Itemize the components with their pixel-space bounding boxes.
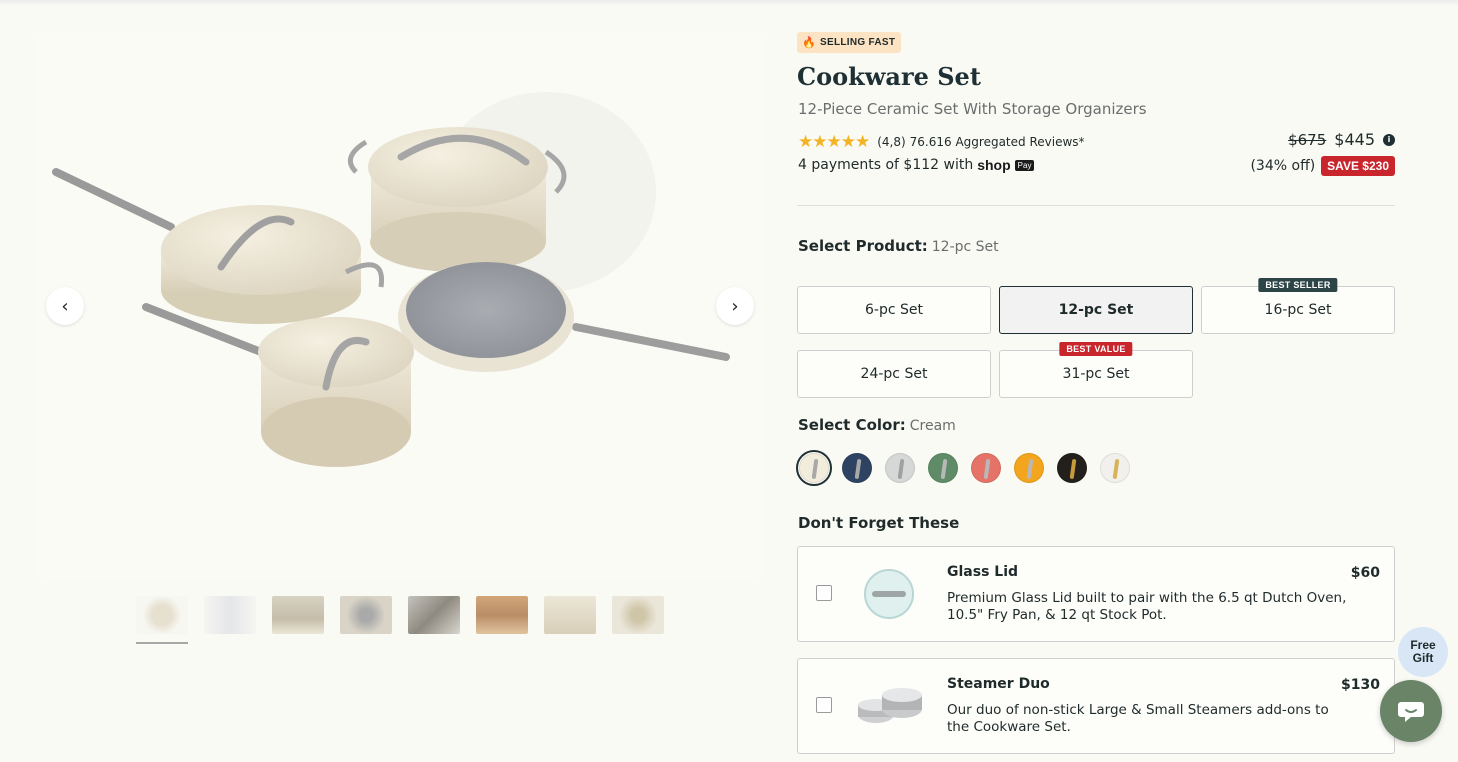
savings-row: (34% off) SAVE $230	[1250, 156, 1395, 176]
glass-lid-image	[864, 569, 914, 619]
product-option-31pc[interactable]: BEST VALUE 31-pc Set	[999, 342, 1193, 398]
thumbnail[interactable]	[612, 596, 664, 644]
original-price: $675	[1288, 130, 1327, 149]
best-value-badge: BEST VALUE	[1059, 342, 1133, 356]
thumbnail[interactable]	[272, 596, 324, 644]
product-option-16pc[interactable]: BEST SELLER 16-pc Set	[1201, 278, 1395, 334]
gallery-next-button[interactable]: ›	[716, 287, 754, 325]
addon-description: Premium Glass Lid built to pair with the…	[947, 590, 1347, 623]
option-label: 16-pc Set	[1264, 302, 1332, 318]
color-swatch-navy[interactable]	[839, 450, 875, 486]
free-gift-button[interactable]: Free Gift	[1398, 627, 1448, 677]
addon-price: $60	[1350, 565, 1380, 581]
addon-description: Our duo of non-stick Large & Small Steam…	[947, 702, 1329, 735]
option-label: 12-pc Set	[1058, 302, 1134, 318]
addon-checkbox[interactable]	[816, 585, 832, 601]
product-subtitle: 12-Piece Ceramic Set With Storage Organi…	[798, 100, 1147, 118]
addons-heading: Don't Forget These	[798, 514, 960, 532]
addon-title: Glass Lid	[947, 564, 1019, 580]
select-product-label: Select Product: 12-pc Set	[798, 237, 999, 255]
payments-text: 4 payments of $112 with	[798, 157, 974, 173]
star-rating-icon: ★★★★★	[798, 132, 870, 152]
divider	[797, 205, 1395, 206]
installments-row: 4 payments of $112 with shop Pay	[798, 157, 1035, 173]
color-swatch-cream[interactable]	[796, 450, 832, 486]
chevron-right-icon: ›	[731, 295, 739, 317]
free-gift-line2: Gift	[1412, 651, 1434, 665]
select-color-value: Cream	[909, 418, 956, 434]
shop-pay-badge: Pay	[1014, 159, 1035, 171]
rating-value: (4,8)	[877, 135, 906, 149]
addon-glass-lid: Glass Lid $60 Premium Glass Lid built to…	[797, 546, 1395, 642]
color-swatch-black[interactable]	[1054, 450, 1090, 486]
product-option-12pc[interactable]: 12-pc Set	[999, 286, 1193, 334]
select-color-label: Select Color: Cream	[798, 416, 956, 434]
gallery-thumbnails	[136, 596, 664, 644]
select-product-heading: Select Product:	[798, 237, 928, 255]
steamer-duo-image	[858, 688, 922, 723]
select-product-value: 12-pc Set	[931, 239, 999, 255]
thumbnail[interactable]	[476, 596, 528, 644]
thumbnail[interactable]	[136, 596, 188, 644]
thumbnail[interactable]	[408, 596, 460, 644]
badge-text: SELLING FAST	[820, 37, 896, 48]
save-badge: SAVE $230	[1321, 156, 1395, 176]
info-icon[interactable]: i	[1383, 133, 1395, 146]
price-row: $675 $445 i	[1288, 130, 1395, 149]
addon-title: Steamer Duo	[947, 676, 1050, 692]
select-color-heading: Select Color:	[798, 416, 906, 434]
discount-percent: (34% off)	[1250, 158, 1316, 174]
best-seller-badge: BEST SELLER	[1258, 278, 1338, 292]
color-swatch-marigold[interactable]	[1011, 450, 1047, 486]
addon-checkbox[interactable]	[816, 697, 832, 713]
option-label: 6-pc Set	[865, 302, 923, 318]
thumbnail[interactable]	[204, 596, 256, 644]
sale-price: $445	[1334, 130, 1375, 149]
rating-row[interactable]: ★★★★★ (4,8) 76.616 Aggregated Reviews*	[798, 132, 1085, 152]
addon-price: $130	[1341, 677, 1380, 693]
chevron-left-icon: ‹	[61, 295, 69, 317]
product-title: Cookware Set	[797, 62, 981, 91]
product-option-24pc[interactable]: 24-pc Set	[797, 350, 991, 398]
color-swatch-sage[interactable]	[925, 450, 961, 486]
top-shadow	[0, 0, 1458, 6]
rating-text: 76.616 Aggregated Reviews*	[909, 135, 1085, 149]
selling-fast-badge: 🔥 SELLING FAST	[797, 32, 902, 53]
product-option-6pc[interactable]: 6-pc Set	[797, 286, 991, 334]
color-swatch-white[interactable]	[1097, 450, 1133, 486]
color-swatch-gray[interactable]	[882, 450, 918, 486]
thumbnail[interactable]	[544, 596, 596, 644]
cookware-illustration	[52, 92, 730, 467]
option-label: 24-pc Set	[860, 366, 928, 382]
chat-bubble-icon	[1398, 702, 1424, 722]
addon-steamer-duo: Steamer Duo $130 Our duo of non-stick La…	[797, 658, 1395, 754]
chat-button[interactable]	[1380, 680, 1442, 742]
color-swatch-perracotta[interactable]	[968, 450, 1004, 486]
product-main-image[interactable]	[36, 32, 764, 578]
shop-pay-logo: shop	[977, 157, 1011, 173]
gallery-prev-button[interactable]: ‹	[46, 287, 84, 325]
fire-icon: 🔥	[802, 37, 816, 49]
thumbnail[interactable]	[340, 596, 392, 644]
option-label: 31-pc Set	[1062, 366, 1130, 382]
